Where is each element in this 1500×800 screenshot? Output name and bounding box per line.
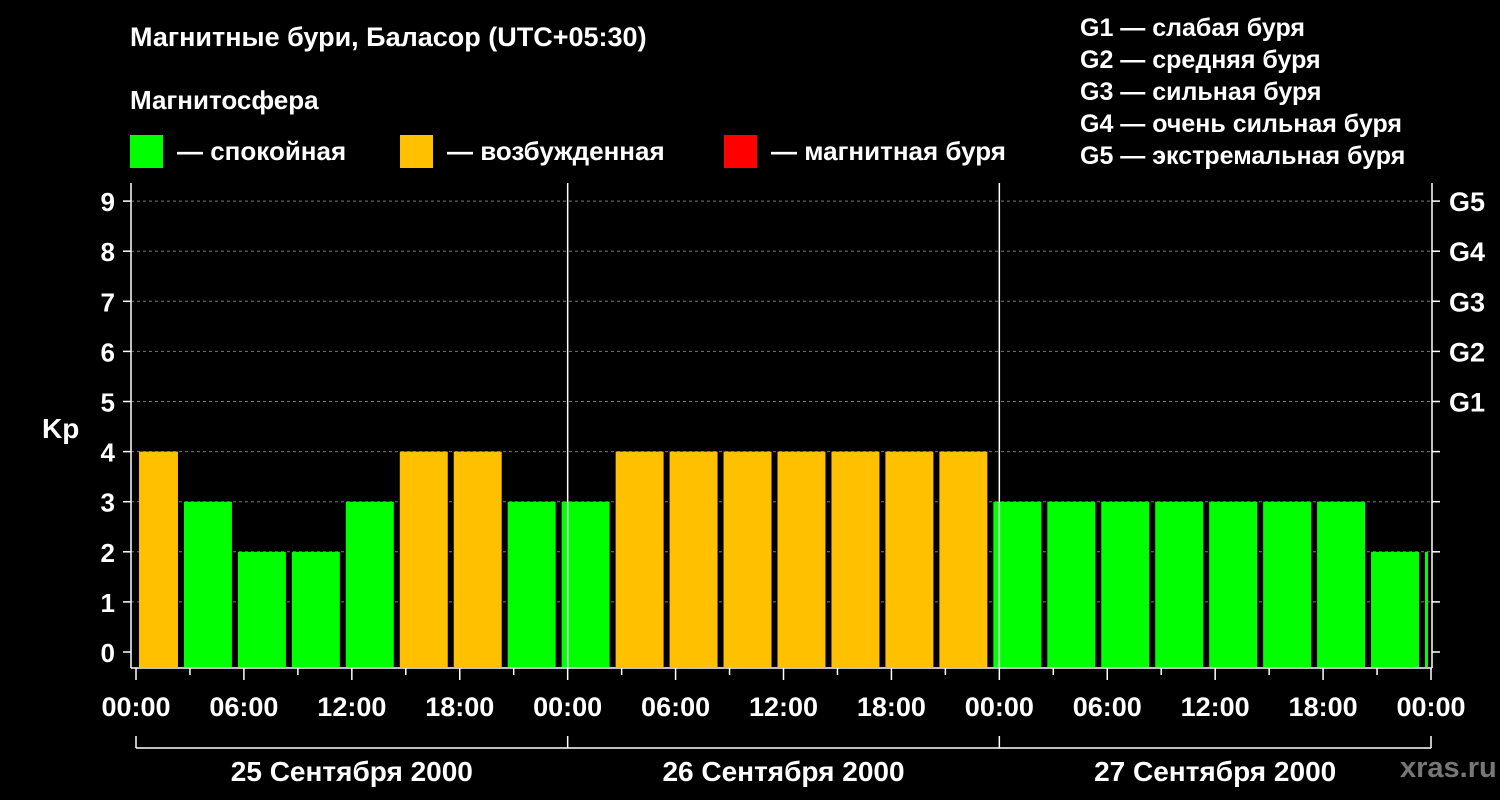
kp-bar-10 <box>615 451 664 667</box>
y-tick-label-9: 9 <box>101 187 115 217</box>
y-tick-label-3: 3 <box>101 488 115 518</box>
kp-bar-19 <box>1101 501 1150 667</box>
x-tick-label-11: 18:00 <box>1289 692 1358 722</box>
x-tick-label-3: 18:00 <box>425 692 494 722</box>
g-axis-label-g1: G1 <box>1449 388 1485 418</box>
kp-bar-3 <box>237 551 286 667</box>
watermark: xras.ru <box>1400 752 1497 784</box>
x-tick-label-4: 00:00 <box>533 692 602 722</box>
x-tick-label-1: 06:00 <box>209 692 278 722</box>
kp-bar-13 <box>777 451 826 667</box>
y-tick-label-6: 6 <box>101 337 115 367</box>
day-label-3: 27 Сентября 2000 <box>1094 756 1336 787</box>
x-tick-label-2: 12:00 <box>317 692 386 722</box>
kp-bar-8 <box>507 501 556 667</box>
kp-bar-9 <box>561 501 610 667</box>
kp-bar-12 <box>723 451 772 667</box>
x-tick-label-0: 00:00 <box>101 692 170 722</box>
kp-bar-25 <box>1425 551 1428 667</box>
y-tick-label-0: 0 <box>101 638 115 668</box>
y-tick-label-2: 2 <box>101 538 115 568</box>
g-axis-label-g4: G4 <box>1449 237 1485 267</box>
kp-bar-23 <box>1317 501 1366 667</box>
y-axis-label: Kp <box>42 413 79 444</box>
y-tick-label-7: 7 <box>101 287 115 317</box>
x-tick-label-5: 06:00 <box>641 692 710 722</box>
x-tick-label-8: 00:00 <box>965 692 1034 722</box>
kp-bar-14 <box>831 451 880 667</box>
kp-bar-11 <box>669 451 718 667</box>
kp-bar-15 <box>885 451 934 667</box>
kp-bar-7 <box>453 451 502 667</box>
x-tick-label-12: 00:00 <box>1396 692 1465 722</box>
y-tick-label-4: 4 <box>101 438 116 468</box>
x-tick-label-10: 12:00 <box>1181 692 1250 722</box>
kp-bar-24 <box>1371 551 1420 667</box>
kp-bar-22 <box>1263 501 1312 667</box>
x-tick-label-9: 06:00 <box>1073 692 1142 722</box>
kp-bar-4 <box>291 551 340 667</box>
kp-bar-6 <box>399 451 448 667</box>
kp-bar-17 <box>993 501 1042 667</box>
kp-bar-chart: 0 1 2 3 4 5 6 7 8 9 G1 G2 G3 G4 G5 Kp 00:00 06:00 12:00 18:… <box>42 183 1485 787</box>
day-label-1: 25 Сентября 2000 <box>231 756 473 787</box>
kp-bar-16 <box>939 451 988 667</box>
y-tick-label-1: 1 <box>101 588 115 618</box>
kp-bar-20 <box>1155 501 1204 667</box>
kp-bar-5 <box>345 501 394 667</box>
day-label-2: 26 Сентября 2000 <box>662 756 904 787</box>
x-tick-label-7: 18:00 <box>857 692 926 722</box>
y-tick-label-8: 8 <box>101 237 115 267</box>
x-tick-label-6: 12:00 <box>749 692 818 722</box>
g-axis-label-g3: G3 <box>1449 287 1485 317</box>
y-tick-label-5: 5 <box>101 388 115 418</box>
kp-bar-21 <box>1209 501 1258 667</box>
g-axis-label-g5: G5 <box>1449 187 1485 217</box>
kp-bar-18 <box>1047 501 1096 667</box>
kp-bar-2 <box>183 501 232 667</box>
kp-bar-1 <box>139 451 178 667</box>
g-axis-label-g2: G2 <box>1449 337 1485 367</box>
